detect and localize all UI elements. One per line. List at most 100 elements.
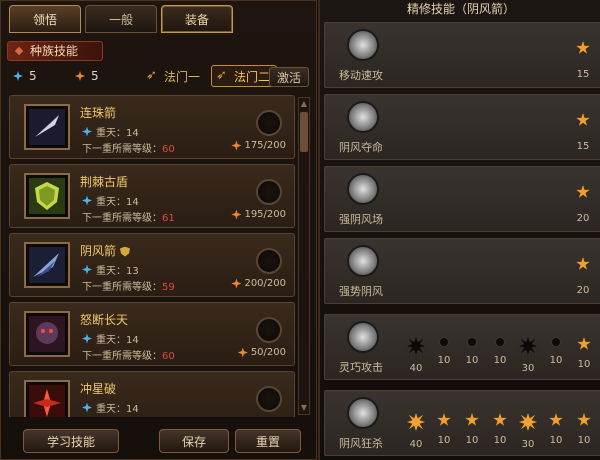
upgrade-knob[interactable]	[256, 110, 282, 136]
blue-points-value: 5	[29, 69, 37, 83]
refine-row[interactable]: 移动速攻 15	[324, 22, 600, 88]
list-item[interactable]: 荆棘古盾 重天：14 下一重所需等级：61 195/200	[9, 164, 295, 228]
star-icon	[576, 185, 590, 198]
refine-node[interactable]: 10	[571, 337, 597, 370]
skill-level: 重天：14	[82, 124, 139, 139]
refine-node[interactable]: 30	[515, 413, 541, 450]
wing-icon	[347, 321, 379, 353]
save-button[interactable]: 保存	[159, 429, 229, 453]
req-value: 59	[162, 282, 175, 293]
refine-node[interactable]: 10	[431, 413, 457, 446]
req-label: 下一重所需等级：	[82, 213, 162, 224]
skill-list: 连珠箭 重天：14 下一重所需等级：60 175/200 荆棘古盾 重天：14 …	[9, 95, 295, 417]
scroll-down-arrow-icon[interactable]: ▼	[300, 403, 308, 413]
burst-icon	[407, 413, 425, 431]
skill-level-text: 重天：14	[96, 335, 139, 346]
skill-requirement: 下一重所需等级：59	[82, 278, 175, 293]
skill-name: 冲星破	[80, 382, 117, 396]
activate-button[interactable]: 激活	[269, 67, 309, 87]
node-value: 10	[465, 435, 479, 446]
refine-node[interactable]: 10	[543, 413, 569, 446]
skill-level-text: 重天：14	[96, 404, 139, 415]
tab-comprehend[interactable]: 领悟	[9, 5, 81, 33]
skill-icon-frame	[24, 242, 70, 288]
star-icon	[576, 257, 590, 270]
refine-node[interactable]: 10	[487, 337, 513, 366]
skill-points-value: 50/200	[250, 347, 286, 358]
skill-icon-frame	[24, 311, 70, 357]
star-value: 15	[576, 141, 590, 152]
refine-row[interactable]: 阴风狂杀 40 10 10 10 30 10 10	[324, 390, 600, 456]
blue-gem-icon	[82, 333, 92, 344]
refine-star-slot[interactable]: 20	[573, 185, 593, 224]
wing-icon	[347, 173, 379, 205]
node-value: 10	[549, 435, 563, 446]
burst-icon	[407, 337, 425, 355]
node-value: 10	[493, 355, 507, 366]
refine-node[interactable]: 40	[403, 413, 429, 450]
star-icon	[576, 41, 590, 54]
refine-row[interactable]: 阴风夺命 15	[324, 94, 600, 160]
refine-label: 移动速攻	[339, 69, 383, 82]
refine-node[interactable]: 10	[459, 413, 485, 446]
skill-points: 195/200	[231, 209, 286, 220]
refine-row[interactable]: 强势阴风 20	[324, 238, 600, 304]
upgrade-knob[interactable]	[256, 179, 282, 205]
refine-node[interactable]: 10	[487, 413, 513, 446]
node-value: 10	[437, 355, 451, 366]
list-item[interactable]: 阴风箭 重天：13 下一重所需等级：59 200/200	[9, 233, 295, 297]
star-icon	[465, 413, 479, 426]
skill-list-scrollbar[interactable]: ▲ ▼	[298, 97, 310, 415]
refine-star-slot[interactable]: 20	[573, 257, 593, 296]
upgrade-knob[interactable]	[256, 317, 282, 343]
refine-star-slot[interactable]: 15	[573, 41, 593, 80]
mode-one-button[interactable]: ➶ 法门一	[141, 65, 207, 87]
upgrade-knob[interactable]	[256, 248, 282, 274]
star-burst-icon	[29, 385, 65, 417]
refine-node[interactable]: 10	[431, 337, 457, 366]
list-item[interactable]: 怒断长天 重天：14 下一重所需等级：60 50/200	[9, 302, 295, 366]
node-value: 30	[521, 363, 535, 374]
skill-level-text: 重天：13	[96, 266, 139, 277]
skill-icon-frame	[24, 380, 70, 417]
refine-label: 灵巧攻击	[339, 361, 383, 374]
refine-star-slot[interactable]: 15	[573, 113, 593, 152]
refine-node[interactable]: 40	[403, 337, 429, 374]
upgrade-knob[interactable]	[256, 386, 282, 412]
learn-skill-button[interactable]: 学习技能	[23, 429, 119, 453]
tab-general[interactable]: 一般	[85, 5, 157, 33]
scroll-up-arrow-icon[interactable]: ▲	[300, 99, 308, 109]
refine-node[interactable]: 10	[543, 337, 569, 366]
refine-row[interactable]: 灵巧攻击 40 10 10 10 30 10 10	[324, 314, 600, 380]
blue-gem-icon	[82, 195, 92, 206]
skill-level-text: 重天：14	[96, 128, 139, 139]
skill-level: 重天：14	[82, 400, 139, 415]
orange-gem-icon	[231, 278, 242, 289]
refine-node[interactable]: 10	[571, 413, 597, 446]
skill-points-value: 175/200	[244, 140, 286, 151]
tab-equipment[interactable]: 装备	[161, 5, 233, 33]
refine-node[interactable]: 10	[459, 337, 485, 366]
refine-node[interactable]: 30	[515, 337, 541, 374]
refine-label: 强势阴风	[339, 285, 383, 298]
skill-icon-frame	[24, 173, 70, 219]
star-icon	[577, 337, 591, 350]
section-title: 种族技能	[7, 41, 103, 61]
thorn-shield-icon	[29, 178, 65, 214]
reset-button[interactable]: 重置	[235, 429, 301, 453]
node-value: 10	[465, 355, 479, 366]
orange-gem-icon	[231, 209, 242, 220]
skill-icon-frame	[24, 104, 70, 150]
list-item[interactable]: 连珠箭 重天：14 下一重所需等级：60 175/200	[9, 95, 295, 159]
blue-gem-icon	[82, 126, 92, 137]
star-value: 15	[576, 69, 590, 80]
refine-label: 阴风夺命	[339, 141, 383, 154]
node-value: 10	[437, 435, 451, 446]
list-item[interactable]: 冲星破 重天：14	[9, 371, 295, 417]
node-value: 30	[521, 439, 535, 450]
mode-two-button[interactable]: ➶ 法门二	[211, 65, 278, 87]
skill-level-text: 重天：14	[96, 197, 139, 208]
refine-row[interactable]: 强阴风场 20	[324, 166, 600, 232]
scroll-thumb[interactable]	[300, 112, 308, 152]
shield-icon	[120, 246, 131, 257]
